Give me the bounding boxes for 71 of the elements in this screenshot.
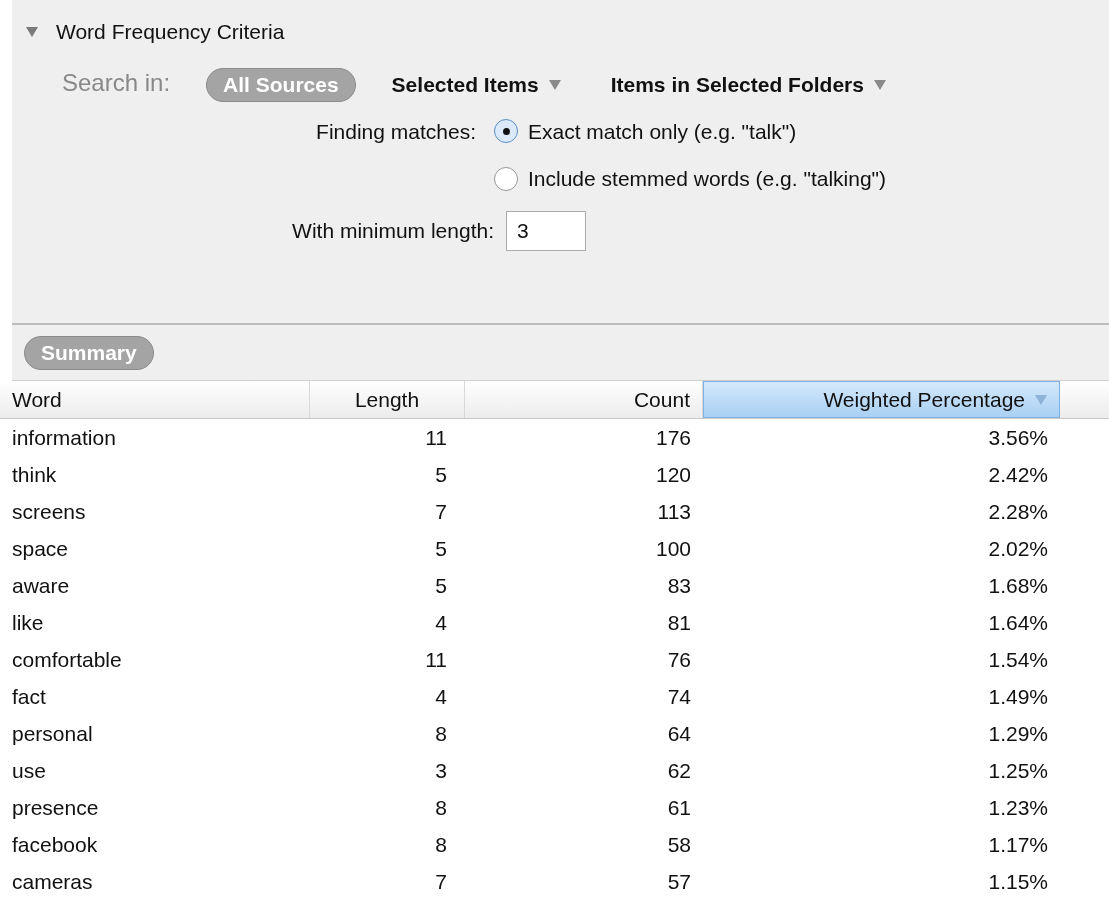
section-title: Word Frequency Criteria (56, 19, 285, 45)
table-cell-text: 57 (666, 868, 692, 895)
radio-button[interactable] (494, 166, 518, 191)
table-cell-text: 2.28% (987, 498, 1049, 525)
table-cell-text: 81 (666, 609, 692, 636)
table-cell-text: 76 (666, 646, 692, 673)
table-cell-text: 1.17% (987, 831, 1049, 858)
table-cell-text: 3.56% (987, 424, 1049, 451)
table-cell-text: 2.42% (987, 461, 1049, 488)
min-length-label: With minimum length: (291, 217, 495, 244)
radio-option[interactable]: Exact match only (e.g. "talk") (494, 115, 887, 147)
table-cell-text: 1.54% (987, 646, 1049, 673)
table-cell-text: 113 (656, 498, 692, 525)
column-header[interactable]: Weighted Percentage (703, 381, 1060, 418)
table-cell-text: facebook (11, 831, 99, 858)
table-cell-text: 1.68% (987, 572, 1049, 599)
table-cell-text: 3 (434, 757, 448, 784)
sort-arrow-icon (1035, 394, 1047, 405)
table-cell-text: 7 (434, 868, 448, 895)
table-cell-text: aware (11, 572, 71, 599)
table-cell-text: 64 (666, 720, 692, 747)
caret-icon (873, 79, 886, 90)
table-cell-text: 11 (424, 424, 448, 451)
table-cell-text: 4 (434, 609, 448, 636)
table-cell-text: presence (11, 794, 100, 821)
table-cell-text: 83 (666, 572, 692, 599)
table-cell-text: use (11, 757, 47, 784)
table-cell-text: 5 (434, 535, 448, 562)
radio-button[interactable] (494, 119, 518, 144)
table-cell-text: 176 (654, 424, 692, 451)
scope-menu[interactable]: Selected Items (391, 67, 561, 102)
table-cell-text: 1.49% (987, 683, 1049, 710)
table-cell-text: cameras (11, 868, 94, 895)
table-cell-text: 58 (666, 831, 692, 858)
table-cell-text: screens (11, 498, 87, 525)
caret-icon (548, 79, 561, 90)
disclosure-triangle[interactable] (26, 25, 38, 38)
radio-option[interactable]: Include stemmed words (e.g. "talking") (494, 163, 887, 195)
table-cell-text: 120 (654, 461, 692, 488)
table-cell-text: 1.23% (987, 794, 1049, 821)
table-cell-text: think (11, 461, 58, 488)
scope-menu[interactable]: Items in Selected Folders (610, 67, 886, 102)
table-cell-text: 1.15% (987, 868, 1049, 895)
table-cell-text: 7 (434, 498, 448, 525)
table-cell-text: information (11, 424, 117, 451)
matches-label: Finding matches: (315, 118, 477, 145)
column-header[interactable]: Length (310, 381, 465, 418)
table-cell-text: 11 (424, 646, 448, 673)
table-cell-text: 100 (654, 535, 692, 562)
search-label: Search in: (62, 67, 171, 98)
table-cell-text: 8 (434, 831, 448, 858)
table-cell-text: 1.64% (987, 609, 1049, 636)
table-cell-text: 5 (434, 572, 448, 599)
table-cell-text: 1.29% (987, 720, 1049, 747)
triangle-icon (26, 25, 38, 38)
table-cell-text: personal (11, 720, 94, 747)
table-cell-text: 2.02% (987, 535, 1049, 562)
table-cell-text: fact (11, 683, 47, 710)
table-cell-text: 8 (434, 794, 448, 821)
table-cell-text: 62 (666, 757, 692, 784)
table-cell-text: 74 (666, 683, 692, 710)
table-cell-text: space (11, 535, 70, 562)
table-cell-text: 8 (434, 720, 448, 747)
min-length-field[interactable]: 3 (506, 210, 586, 251)
column-header[interactable]: Word (0, 381, 310, 418)
table-cell-text: like (11, 609, 45, 636)
table-cell-text: comfortable (11, 646, 123, 673)
table-cell-text: 61 (666, 794, 692, 821)
table-cell-text: 1.25% (987, 757, 1049, 784)
table-cell-text: 5 (434, 461, 448, 488)
table-cell-text: 4 (434, 683, 448, 710)
